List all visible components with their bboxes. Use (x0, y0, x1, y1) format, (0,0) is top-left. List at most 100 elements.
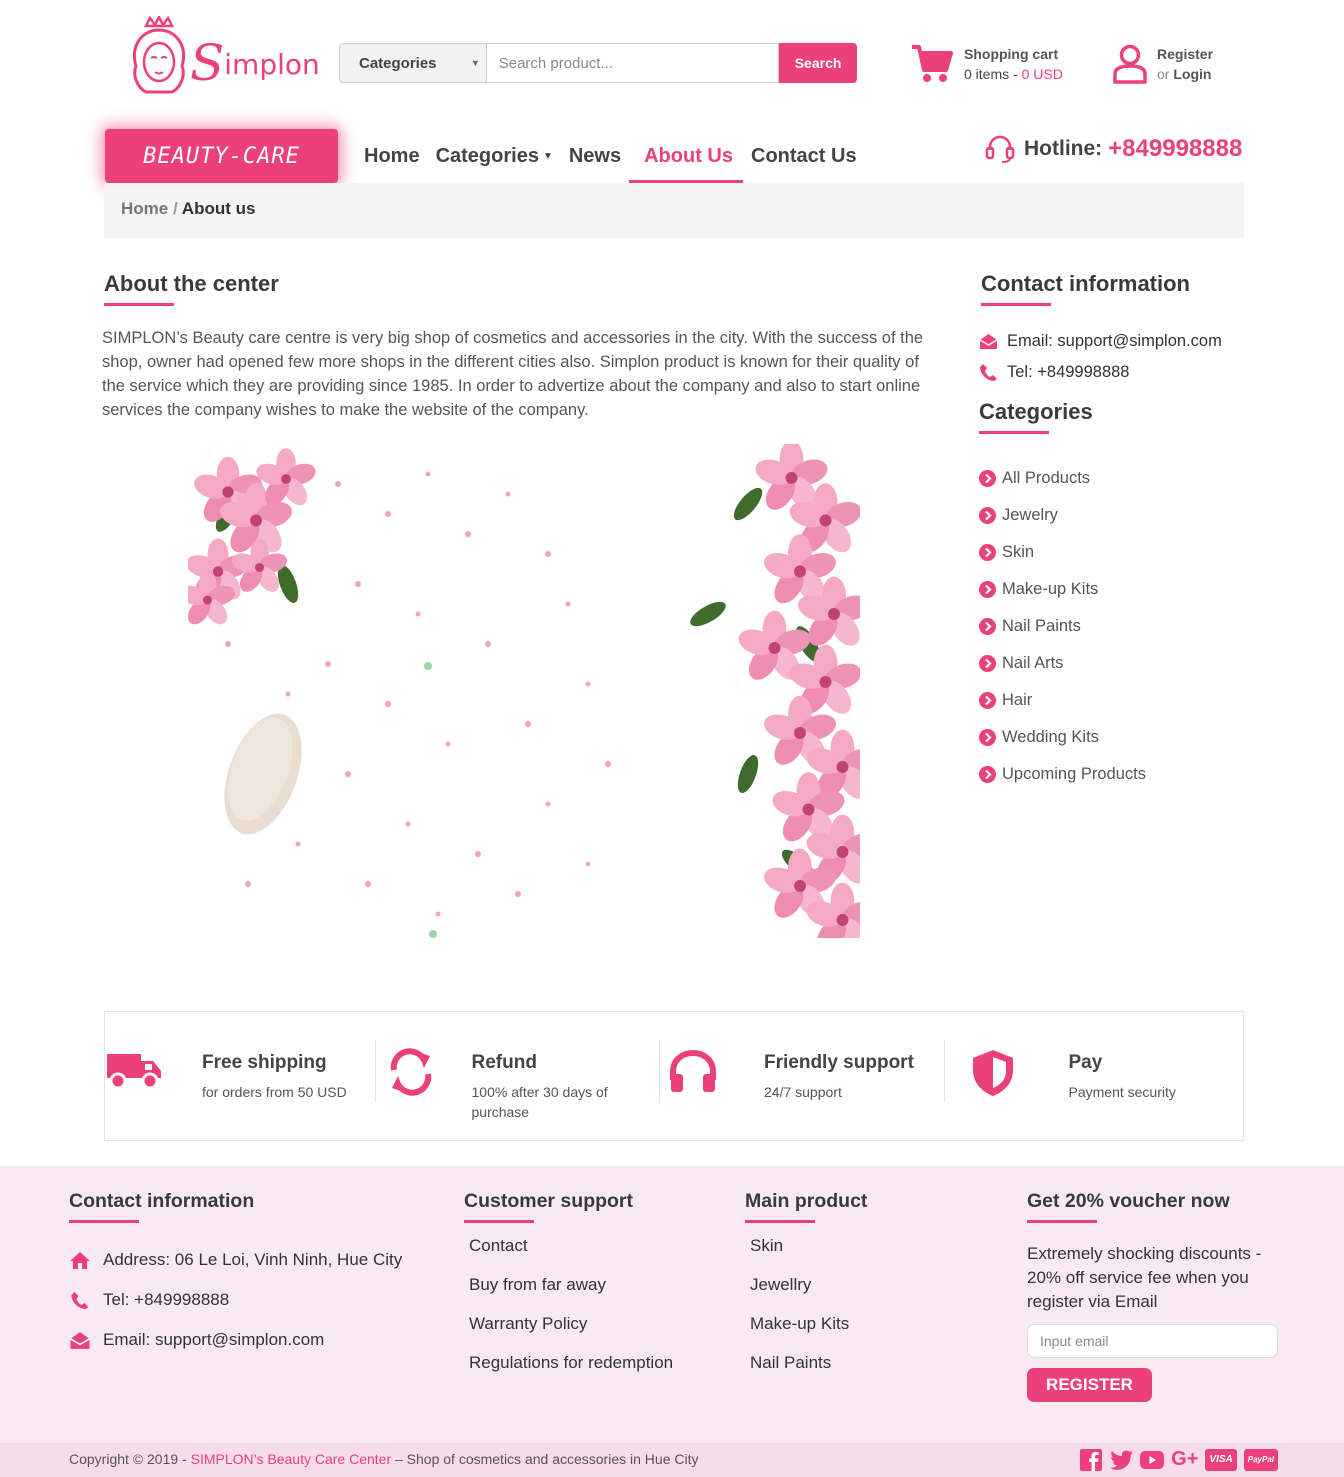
register-link[interactable]: Register (1157, 46, 1213, 62)
footer-link[interactable]: Regulations for redemption (469, 1353, 673, 1392)
shopping-cart[interactable]: Shopping cart 0 items - 0 USD (910, 44, 1063, 84)
beauty-care-badge[interactable]: BEAUTY-CARE (105, 129, 338, 183)
category-item[interactable]: Jewelry (979, 497, 1146, 534)
headphones-icon (670, 1049, 716, 1092)
feature-subtitle: 100% after 30 days of purchase (471, 1084, 608, 1120)
footer-tel[interactable]: Tel: +849998888 (69, 1280, 402, 1320)
headset-icon (985, 135, 1015, 163)
cart-total: 0 USD (1021, 66, 1063, 82)
divider (943, 1040, 945, 1102)
breadcrumb-current: About us (181, 199, 256, 218)
footer-link[interactable]: Nail Paints (750, 1353, 849, 1392)
category-item[interactable]: Make-up Kits (979, 571, 1146, 608)
copyright-link[interactable]: SIMPLON’s Beauty Care Center (191, 1451, 392, 1467)
feature-free-shipping: Free shipping for orders from 50 USD (105, 1012, 390, 1140)
chevron-circle-right-icon (979, 692, 996, 709)
facebook-icon[interactable] (1080, 1448, 1103, 1471)
main-nav: Home Categories ▼ News About Us Contact U… (356, 129, 865, 183)
footer-link[interactable]: Jewellry (750, 1275, 849, 1314)
footer-link[interactable]: Skin (750, 1236, 849, 1275)
google-plus-icon[interactable]: G+ (1171, 1448, 1198, 1471)
chevron-circle-right-icon (979, 655, 996, 672)
hotline-number[interactable]: +849998888 (1108, 135, 1242, 163)
chevron-circle-right-icon (979, 470, 996, 487)
chevron-circle-right-icon (979, 581, 996, 598)
divider (659, 1040, 660, 1102)
cart-title: Shopping cart (964, 46, 1059, 62)
sidebar-categories-title: Categories (979, 399, 1093, 434)
user-icon (1113, 44, 1147, 84)
twitter-icon[interactable] (1109, 1450, 1134, 1470)
voucher-register-button[interactable]: REGISTER (1027, 1368, 1152, 1402)
chevron-circle-right-icon (979, 729, 996, 746)
hotline: Hotline: +849998888 (985, 134, 1242, 164)
feature-subtitle: Payment security (1068, 1084, 1176, 1100)
flowers-photo (188, 444, 860, 938)
sidebar-email[interactable]: Email: support@simplon.com (1007, 332, 1222, 351)
chevron-circle-right-icon (979, 618, 996, 635)
nav-about-us[interactable]: About Us (629, 129, 743, 183)
footer-link[interactable]: Warranty Policy (469, 1314, 673, 1353)
nav-categories[interactable]: Categories ▼ (428, 129, 561, 183)
brand-name: Simplon (190, 34, 320, 92)
voucher-text: Extremely shocking discounts - 20% off s… (1027, 1244, 1262, 1311)
feature-subtitle: for orders from 50 USD (202, 1084, 347, 1100)
search-button[interactable]: Search (779, 43, 857, 83)
footer-email[interactable]: Email: support@simplon.com (69, 1320, 402, 1360)
breadcrumb-home[interactable]: Home (121, 199, 168, 218)
category-item[interactable]: Nail Paints (979, 608, 1146, 645)
caret-down-icon: ▼ (542, 151, 553, 162)
cart-icon (912, 45, 953, 82)
chevron-circle-right-icon (979, 507, 996, 524)
feature-friendly-support: Friendly support 24/7 support (670, 1012, 959, 1140)
category-item[interactable]: Hair (979, 682, 1146, 719)
category-item[interactable]: All Products (979, 460, 1146, 497)
search-input[interactable] (485, 43, 780, 83)
footer-link[interactable]: Buy from far away (469, 1275, 673, 1314)
youtube-icon[interactable] (1140, 1450, 1165, 1469)
sidebar-tel[interactable]: Tel: +849998888 (1007, 363, 1130, 382)
site-logo[interactable]: Simplon (128, 16, 320, 100)
category-item[interactable]: Skin (979, 534, 1146, 571)
sidebar-category-list: All Products Jewelry Skin Make-up Kits N… (979, 460, 1146, 793)
chevron-circle-right-icon (979, 544, 996, 561)
envelope-icon (70, 1331, 90, 1349)
footer-heading: Get 20% voucher now (1027, 1190, 1230, 1223)
footer-heading: Main product (745, 1190, 868, 1223)
feature-title: Friendly support (764, 1052, 914, 1073)
nav-home[interactable]: Home (356, 129, 428, 183)
phone-icon (71, 1291, 89, 1309)
search-bar: Categories ▼ Search (339, 43, 857, 83)
voucher-email-input[interactable] (1027, 1324, 1278, 1358)
nav-contact-us[interactable]: Contact Us (743, 129, 865, 183)
footer-link[interactable]: Contact (469, 1236, 673, 1275)
feature-title: Free shipping (202, 1052, 327, 1073)
feature-refund: Refund 100% after 30 days of purchase (390, 1012, 675, 1140)
nav-news[interactable]: News (561, 129, 629, 183)
copyright-suffix: – Shop of cosmetics and accessories in H… (391, 1451, 699, 1467)
hotline-label: Hotline: (1024, 137, 1103, 160)
divider (374, 1040, 376, 1102)
category-item[interactable]: Upcoming Products (979, 756, 1146, 793)
paypal-icon: PayPal (1243, 1448, 1278, 1471)
about-title: About the center (104, 271, 279, 306)
feature-title: Pay (1068, 1052, 1103, 1073)
copyright-text: Copyright © 2019 - (69, 1451, 191, 1467)
shield-icon (972, 1050, 1013, 1096)
footer-link[interactable]: Make-up Kits (750, 1314, 849, 1353)
category-item[interactable]: Nail Arts (979, 645, 1146, 682)
login-link[interactable]: Login (1173, 66, 1211, 82)
search-category-select[interactable]: Categories ▼ (339, 43, 486, 83)
chevron-circle-right-icon (979, 766, 996, 783)
footer-address: Address: 06 Le Loi, Vinh Ninh, Hue City (69, 1240, 402, 1280)
caret-down-icon: ▼ (470, 58, 480, 68)
refund-icon (390, 1048, 431, 1096)
cart-items: 0 items - (964, 66, 1022, 82)
envelope-icon (979, 334, 998, 349)
category-item[interactable]: Wedding Kits (979, 719, 1146, 756)
breadcrumb: Home / About us (104, 183, 1244, 238)
footer-heading: Customer support (464, 1190, 634, 1223)
home-icon (70, 1251, 90, 1269)
footer-heading: Contact information (69, 1190, 255, 1223)
feature-pay: Pay Payment security (959, 1012, 1244, 1140)
